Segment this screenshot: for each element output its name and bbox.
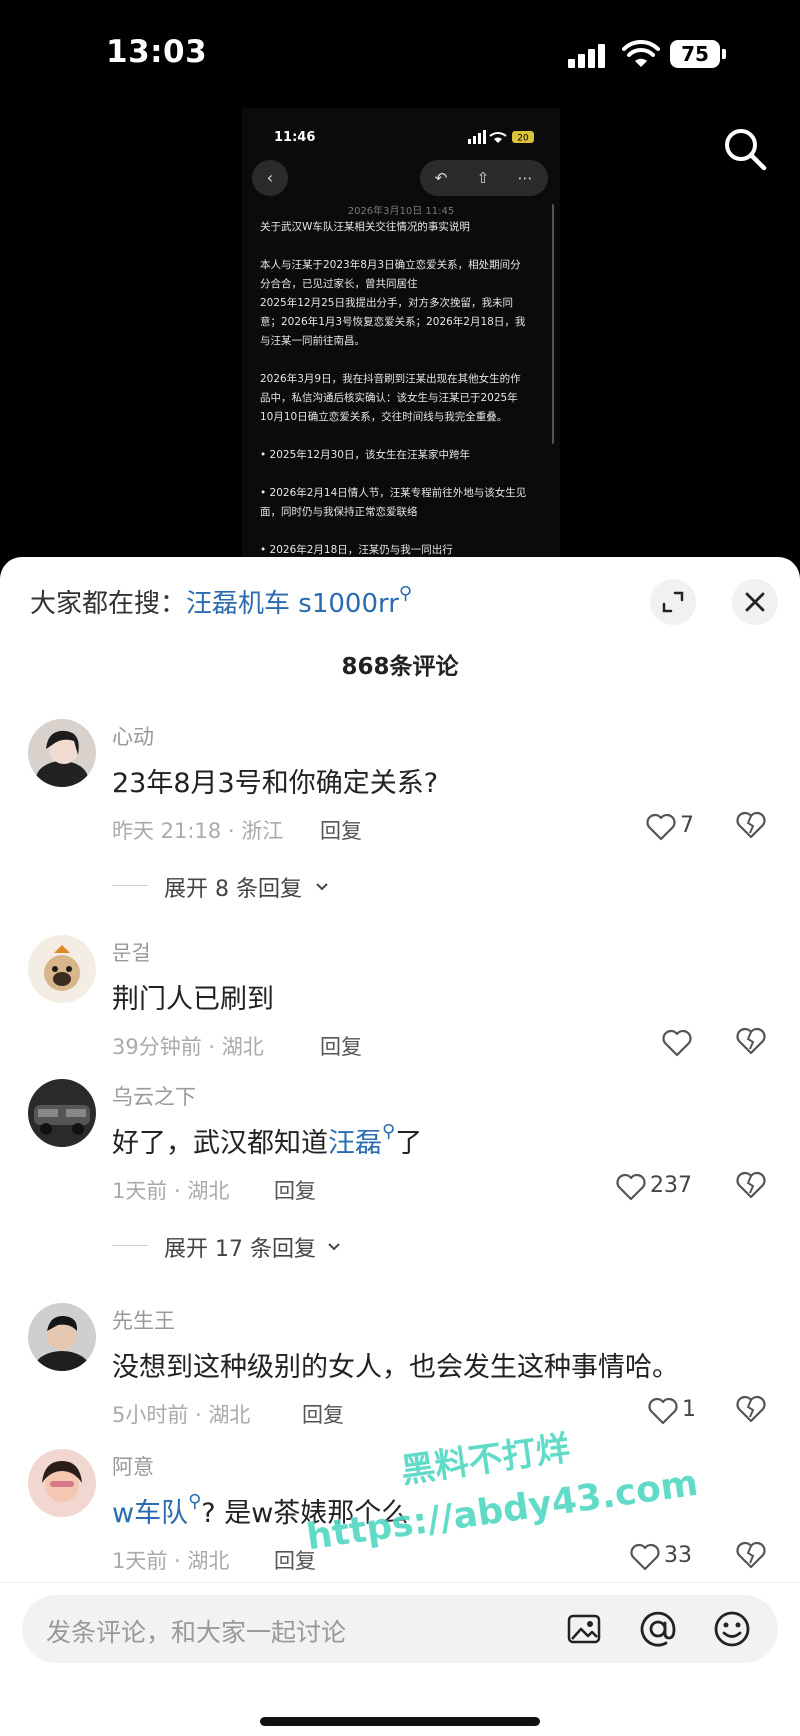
note-bullet: • 2026年2月14日情人节，汪某专程前往外地与该女生见面，同时仍与我保持正常…	[260, 487, 527, 518]
expand-button[interactable]	[650, 579, 696, 625]
home-indicator[interactable]	[260, 1717, 540, 1726]
image-icon[interactable]	[564, 1609, 604, 1649]
video-content[interactable]: 11:46 20 ‹ ↶ ⇧ ⋯ 2026年3月10日 11:45 关于武汉W车…	[242, 108, 560, 558]
note-paragraph: 本人与汪某于2023年8月3日确立恋爱关系，相处期间分分合合，已见过家长，曾共同…	[260, 259, 526, 347]
fullscreen-icon	[662, 591, 684, 613]
battery-level: 75	[670, 40, 720, 68]
comment-meta: 1天前 · 湖北	[112, 1179, 230, 1203]
at-mention-icon[interactable]	[638, 1609, 678, 1649]
broken-heart-icon	[736, 811, 766, 839]
close-button[interactable]	[732, 579, 778, 625]
comment-text-part: 了	[395, 1128, 423, 1159]
share-icon[interactable]: ⇧	[462, 160, 504, 196]
status-time: 13:03	[106, 34, 208, 70]
comment-keyword-link[interactable]: w车队	[112, 1498, 188, 1529]
note-bullet: • 2025年12月30日，该女生在汪某家中跨年	[260, 449, 470, 461]
heart-icon	[616, 1173, 646, 1201]
comment-item: 心动 23年8月3号和你确定关系? 昨天 21:18 · 浙江 回复 7 展开 …	[0, 687, 800, 903]
comment-sheet: 大家都在搜：汪磊机车 s1000rr⚲ 868条评论 心动 23年8月3号和你确…	[0, 557, 800, 1735]
chevron-down-icon	[328, 1243, 340, 1251]
avatar[interactable]	[28, 1449, 96, 1517]
comment-meta: 1天前 · 湖北	[112, 1549, 230, 1573]
comment-text-part: 好了，武汉都知道	[112, 1128, 328, 1159]
hot-search[interactable]: 大家都在搜：汪磊机车 s1000rr⚲	[30, 583, 412, 620]
comment-input[interactable]: 发条评论，和大家一起讨论	[22, 1595, 778, 1663]
reply-button[interactable]: 回复	[320, 815, 362, 845]
search-icon[interactable]	[722, 126, 768, 172]
username[interactable]: 心动	[112, 721, 154, 751]
heart-icon	[646, 813, 676, 841]
comment-item: 先生王 没想到这种级别的女人，也会发生这种事情哈。 5小时前 · 湖北 回复 1	[0, 1271, 800, 1427]
expand-replies-label: 展开 8 条回复	[164, 877, 302, 902]
cellular-signal-icon	[568, 44, 608, 68]
note-bullet: • 2026年2月18日，汪某仍与我一同出行	[260, 544, 453, 556]
comment-keyword-link[interactable]: 汪磊	[328, 1128, 382, 1159]
username[interactable]: 先生王	[112, 1305, 175, 1335]
comment-text: 没想到这种级别的女人，也会发生这种事情哈。	[112, 1352, 679, 1383]
back-icon[interactable]: ‹	[252, 160, 288, 196]
inner-status-icons: 20	[468, 130, 534, 144]
battery-icon: 75	[670, 40, 728, 70]
avatar[interactable]	[28, 1079, 96, 1147]
avatar[interactable]	[28, 719, 96, 787]
chevron-down-icon	[316, 883, 328, 891]
reply-button[interactable]: 回复	[274, 1175, 316, 1205]
comment-item: 문걸 荆门人已刷到 39分钟前 · 湖北 回复	[0, 903, 800, 1059]
dislike-button[interactable]	[736, 1541, 770, 1573]
username[interactable]: 乌云之下	[112, 1081, 196, 1111]
comment-input-placeholder: 发条评论，和大家一起讨论	[46, 1618, 347, 1647]
scrollbar	[552, 204, 554, 444]
search-small-icon: ⚲	[188, 1491, 202, 1512]
like-count: 7	[680, 813, 694, 838]
search-small-icon: ⚲	[398, 583, 413, 604]
note-date: 2026年3月10日 11:45	[347, 206, 455, 217]
comment-count: 868条评论	[341, 654, 459, 680]
emoji-icon[interactable]	[712, 1609, 752, 1649]
comment-meta: 昨天 21:18 · 浙江	[112, 819, 284, 843]
like-count: 237	[650, 1173, 692, 1198]
broken-heart-icon	[736, 1171, 766, 1199]
comment-text: 荆门人已刷到	[112, 984, 274, 1015]
hot-search-keyword[interactable]: 汪磊机车 s1000rr	[186, 589, 399, 619]
comment-text: 好了，武汉都知道汪磊⚲了	[112, 1121, 422, 1160]
dislike-button[interactable]	[736, 811, 770, 843]
hot-search-prefix: 大家都在搜：	[30, 589, 187, 619]
comment-text: 23年8月3号和你确定关系?	[112, 768, 439, 799]
expand-replies-label: 展开 17 条回复	[164, 1237, 316, 1262]
note-title: 关于武汉W车队汪某相关交往情况的事实说明	[260, 221, 470, 233]
comment-item: 乌云之下 好了，武汉都知道汪磊⚲了 1天前 · 湖北 回复 237 展开 17 …	[0, 1047, 800, 1271]
inner-battery-level: 20	[517, 134, 529, 144]
undo-icon[interactable]: ↶	[420, 160, 462, 196]
note-paragraph: 2026年3月9日，我在抖音刷到汪某出现在其他女生的作品中，私信沟通后核实确认：…	[260, 373, 521, 423]
broken-heart-icon	[736, 1541, 766, 1569]
heart-icon	[630, 1543, 660, 1571]
like-count: 33	[664, 1543, 692, 1568]
note-body: 关于武汉W车队汪某相关交往情况的事实说明 本人与汪某于2023年8月3日确立恋爱…	[260, 218, 528, 558]
more-icon[interactable]: ⋯	[504, 160, 546, 196]
username[interactable]: 阿意	[112, 1451, 154, 1481]
username[interactable]: 문걸	[112, 937, 151, 967]
avatar[interactable]	[28, 1303, 96, 1371]
inner-status-time: 11:46	[274, 130, 316, 145]
close-icon	[745, 592, 765, 612]
inner-toolbar: ↶ ⇧ ⋯	[420, 160, 548, 196]
wifi-icon	[622, 40, 660, 67]
comment-input-bar: 发条评论，和大家一起讨论	[0, 1582, 800, 1736]
dislike-button[interactable]	[736, 1171, 770, 1203]
status-bar: 13:03 75	[0, 0, 800, 110]
search-small-icon: ⚲	[382, 1121, 396, 1142]
avatar[interactable]	[28, 935, 96, 1003]
